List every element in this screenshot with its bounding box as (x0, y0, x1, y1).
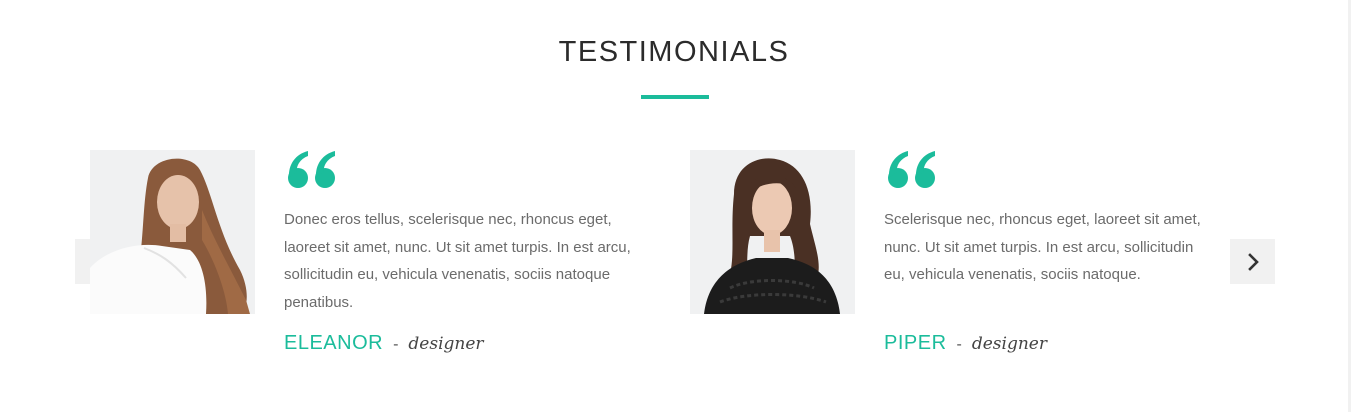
testimonial-card: Donec eros tellus, scelerisque nec, rhon… (90, 150, 631, 370)
quote-icon (288, 151, 335, 188)
testimonial-author: ELEANOR - designer (284, 332, 484, 355)
testimonial-text: Scelerisque nec, rhoncus eget, laoreet s… (884, 211, 1201, 283)
author-role: designer (971, 334, 1047, 354)
author-role: designer (408, 334, 484, 354)
author-name: PIPER (884, 332, 947, 354)
testimonial-author: PIPER - designer (884, 332, 1047, 355)
testimonial-text: Donec eros tellus, scelerisque nec, rhon… (284, 211, 631, 311)
author-name: ELEANOR (284, 332, 384, 354)
author-separator: - (393, 336, 399, 353)
testimonial-photo (90, 150, 255, 314)
testimonial-card: Scelerisque nec, rhoncus eget, laoreet s… (690, 150, 1201, 370)
chevron-right-icon (1247, 252, 1259, 271)
testimonial-photo (690, 150, 855, 314)
title-underline (641, 95, 709, 99)
author-separator: - (956, 336, 962, 353)
quote-icon (888, 151, 935, 188)
carousel-next-button[interactable] (1230, 239, 1275, 284)
section-title: TESTIMONIALS (558, 36, 790, 68)
